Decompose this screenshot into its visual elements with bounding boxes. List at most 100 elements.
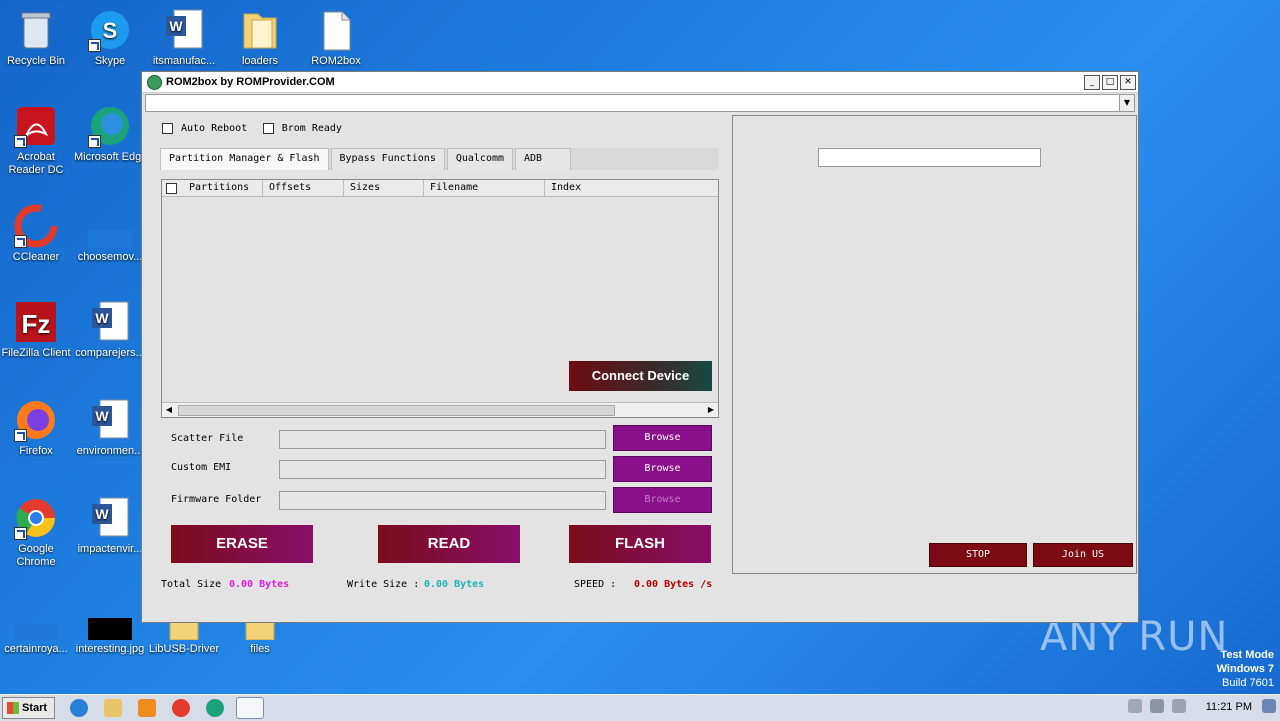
desktop-icon-firefox[interactable]: Firefox [0,398,72,458]
shortcut-arrow-icon [14,527,27,540]
column-header-filename[interactable]: Filename [424,180,545,196]
scrollbar-thumb[interactable] [178,405,615,416]
desktop-icon-label: LibUSB-Driver [148,643,220,655]
firmware-folder-field[interactable] [279,491,606,510]
desktop-icon-comparejers[interactable]: W comparejers... [74,300,146,360]
chevron-down-icon[interactable]: ▼ [1119,95,1134,111]
scroll-right-icon[interactable]: ▶ [704,403,718,417]
chrome-taskbar-icon[interactable] [172,699,190,717]
status-text-field[interactable] [818,148,1041,167]
select-all-checkbox[interactable] [166,183,177,194]
edge-taskbar-icon[interactable] [206,699,224,717]
windows-version-line: Windows 7 [1216,663,1274,675]
tab-partition-manager[interactable]: Partition Manager & Flash [160,148,329,170]
erase-button[interactable]: ERASE [171,525,313,563]
desktop-icon-filezilla[interactable]: Fz FileZilla Client [0,300,72,360]
custom-emi-field[interactable] [279,460,606,479]
blank-file-icon [88,204,132,248]
column-header-partitions[interactable]: Partitions [183,180,263,196]
desktop-icon-label: Acrobat Reader DC [8,151,64,176]
close-button[interactable]: ✕ [1120,74,1136,90]
total-size-label: Total Size [161,579,222,590]
word-document-icon: W [88,300,132,344]
emi-browse-button[interactable]: Browse [613,456,712,482]
test-mode-notice: Test Mode Windows 7 Build 7601 [1217,648,1274,690]
scatter-browse-button[interactable]: Browse [613,425,712,451]
shortcut-arrow-icon [88,135,101,148]
start-button[interactable]: Start [2,697,55,719]
firmware-browse-button[interactable]: Browse [613,487,712,513]
window-title: ROM2box by ROMProvider.COM [166,76,335,88]
windows-logo-icon [7,702,19,715]
column-header-sizes[interactable]: Sizes [344,180,424,196]
desktop-icon-certainroya[interactable]: certainroya... [0,600,72,656]
action-center-flag-icon[interactable] [1172,699,1186,713]
scatter-file-field[interactable] [279,430,606,449]
flash-button[interactable]: FLASH [569,525,711,563]
desktop-icon-impactenvir[interactable]: W impactenvir... [74,496,146,556]
checkbox-box[interactable] [262,123,274,134]
media-player-icon[interactable] [138,699,156,717]
maximize-button[interactable]: □ [1102,74,1118,90]
desktop-icon-label: files [250,643,270,655]
desktop-icon-label: certainroya... [4,643,68,655]
shortcut-arrow-icon [14,235,27,248]
desktop-icon-environmen[interactable]: W environmen... [74,398,146,458]
horizontal-scrollbar[interactable]: ◀ ▶ [162,402,718,417]
join-us-button[interactable]: Join US [1033,543,1133,567]
image-file-icon [88,600,132,640]
checkbox-box[interactable] [162,123,173,134]
tab-bypass-functions[interactable]: Bypass Functions [330,148,445,170]
show-desktop-icon[interactable] [1262,699,1276,713]
column-header-offsets[interactable]: Offsets [263,180,344,196]
desktop-icon-acrobat[interactable]: Acrobat Reader DC [0,104,72,177]
brom-ready-checkbox[interactable]: Brom Ready [262,123,342,134]
write-size-value: 0.00 Bytes [424,579,485,590]
svg-text:W: W [95,310,109,326]
svg-text:S: S [103,18,118,43]
shortcut-arrow-icon [88,39,101,52]
tab-strip: Partition Manager & Flash Bypass Functio… [160,148,718,170]
read-button[interactable]: READ [378,525,520,563]
title-bar[interactable]: ROM2box by ROMProvider.COM _ □ ✕ [142,72,1138,93]
desktop-icon-skype[interactable]: S Skype [74,8,146,68]
firefox-icon [14,398,58,442]
auto-reboot-checkbox[interactable]: Auto Reboot [162,123,247,134]
tab-qualcomm[interactable]: Qualcomm [446,148,514,170]
internet-explorer-icon[interactable] [70,699,88,717]
desktop-icon-choosemov[interactable]: choosemov... [74,204,146,264]
scroll-left-icon[interactable]: ◀ [162,403,176,417]
desktop-icon-ccleaner[interactable]: CCleaner [0,204,72,264]
edge-icon [88,104,132,148]
top-combo-box[interactable]: ▼ [145,94,1135,112]
system-tray: 11:21 PM [1120,695,1280,721]
word-document-icon: W [88,398,132,442]
stop-button[interactable]: STOP [929,543,1027,567]
desktop-icon-label: FileZilla Client [1,347,71,359]
checkbox-label: Brom Ready [281,123,342,134]
column-header-index[interactable]: Index [545,180,711,196]
word-document-icon: W [88,496,132,540]
desktop-icon-recycle-bin[interactable]: Recycle Bin [0,8,72,68]
volume-icon[interactable] [1128,699,1142,713]
shortcut-arrow-icon [14,135,27,148]
speed-label: SPEED : [574,579,617,590]
desktop-icon-word-doc[interactable]: W itsmanufac... [148,8,220,68]
desktop-icon-label: interesting.jpg [75,643,145,655]
network-icon[interactable] [1150,699,1164,713]
desktop-icon-rom2box[interactable]: ROM2box [300,8,372,68]
desktop-icon-edge[interactable]: Microsoft Edge [74,104,146,164]
rom2box-taskbar-button[interactable] [236,697,264,719]
total-size-value: 0.00 Bytes [229,579,290,590]
minimize-button[interactable]: _ [1084,74,1100,90]
desktop-icon-label: Google Chrome [16,543,56,568]
desktop-icon-loaders[interactable]: loaders [224,8,296,68]
connect-device-button[interactable]: Connect Device [569,361,712,391]
clock[interactable]: 11:21 PM [1206,701,1252,713]
file-explorer-icon[interactable] [104,699,122,717]
desktop-icon-interesting[interactable]: interesting.jpg [74,600,146,656]
svg-text:W: W [95,408,109,424]
test-mode-line: Test Mode [1220,649,1274,661]
desktop-icon-chrome[interactable]: Google Chrome [0,496,72,569]
tab-adb[interactable]: ADB [515,148,572,170]
